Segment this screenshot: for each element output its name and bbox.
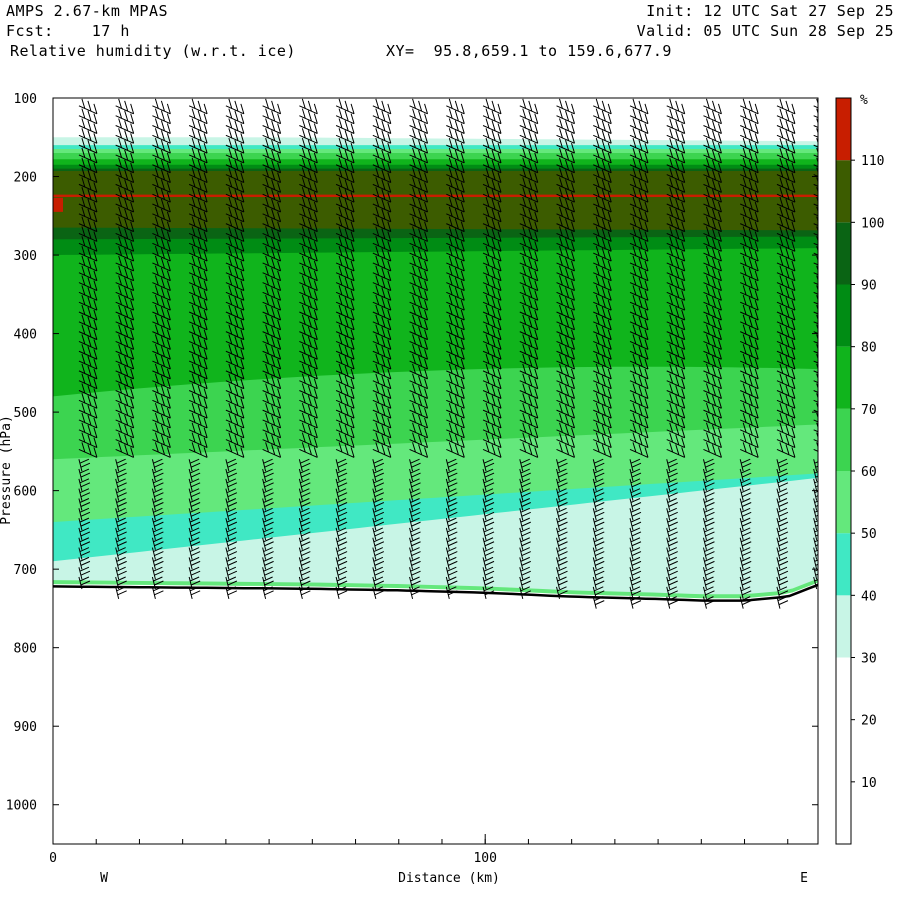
colorbar-segment — [836, 346, 851, 409]
colorbar-label: 110 — [861, 154, 884, 169]
x-tick-label: 100 — [473, 851, 496, 866]
colorbar-segment — [836, 408, 851, 471]
colorbar-label: 90 — [861, 279, 877, 294]
colorbar-unit: % — [860, 93, 868, 108]
x-tick-label: 0 — [49, 851, 57, 866]
y-tick-label: 300 — [14, 249, 37, 264]
colorbar-label: 30 — [861, 652, 877, 667]
colorbar-label: 100 — [861, 216, 884, 231]
x-axis-label: Distance (km) — [398, 871, 500, 886]
below-surface — [53, 584, 818, 844]
y-tick-label: 1000 — [6, 799, 37, 814]
y-tick-label: 500 — [14, 406, 37, 421]
colorbar-segment — [836, 284, 851, 347]
colorbar-label: 60 — [861, 465, 877, 480]
colorbar: 10 20 30 40 50 60 70 80 90 100 110% — [835, 93, 884, 845]
colorbar-label: 80 — [861, 341, 877, 356]
y-tick-label: 900 — [14, 720, 37, 735]
colorbar-label: 40 — [861, 589, 877, 604]
colorbar-segment — [836, 98, 851, 161]
y-tick-label: 800 — [14, 642, 37, 657]
cross-section-chart: 100 200 300 400 500 600 700 800 900 1000 0 100 Pre… — [0, 92, 884, 886]
y-axis-label: Pressure (hPa) — [0, 415, 14, 525]
x-axis-east-label: E — [800, 871, 808, 886]
y-tick-label: 700 — [14, 563, 37, 578]
colorbar-label: 70 — [861, 403, 877, 418]
x-axis-west-label: W — [100, 871, 108, 886]
rh-band-110-edge — [53, 197, 63, 212]
colorbar-segment — [836, 595, 851, 658]
y-tick-label: 200 — [14, 171, 37, 186]
colorbar-segment — [836, 657, 851, 720]
y-tick-label: 100 — [14, 92, 37, 107]
colorbar-label: 20 — [861, 714, 877, 729]
colorbar-segment — [836, 781, 851, 844]
colorbar-segment — [836, 533, 851, 596]
colorbar-segment — [836, 222, 851, 285]
colorbar-segment — [836, 719, 851, 782]
colorbar-label: 50 — [861, 527, 877, 542]
y-tick-label: 600 — [14, 485, 37, 500]
y-tick-label: 400 — [14, 328, 37, 343]
colorbar-segment — [836, 471, 851, 534]
colorbar-segment — [836, 160, 851, 223]
colorbar-label: 10 — [861, 776, 877, 791]
